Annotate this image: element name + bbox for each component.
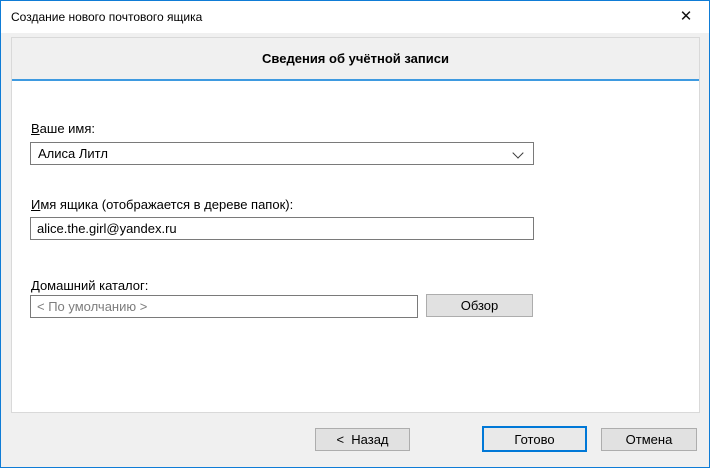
back-button[interactable]: < Назад — [315, 428, 410, 451]
home-directory-label: Домашний каталог: — [31, 279, 148, 293]
mailbox-name-label: Имя ящика (отображается в дереве папок): — [31, 198, 293, 212]
home-directory-label-mnemonic: Д — [31, 278, 40, 293]
cancel-button[interactable]: Отмена — [601, 428, 697, 451]
dialog-window: Создание нового почтового ящика ✕ Сведен… — [0, 0, 710, 468]
your-name-label-mnemonic: В — [31, 121, 40, 136]
browse-button[interactable]: Обзор — [426, 294, 533, 317]
content-panel: Сведения об учётной записи Ваше имя: Али… — [11, 37, 700, 413]
your-name-label: Ваше имя: — [31, 122, 95, 136]
chevron-down-icon[interactable] — [511, 143, 525, 164]
section-title: Сведения об учётной записи — [262, 51, 449, 66]
close-button[interactable]: ✕ — [669, 3, 703, 30]
close-icon: ✕ — [680, 7, 693, 25]
your-name-label-rest: аше имя: — [40, 121, 95, 136]
home-directory-input[interactable] — [30, 295, 418, 318]
mailbox-name-label-rest: мя ящика (отображается в дереве папок): — [40, 197, 293, 212]
footer: < Назад Готово Отмена — [1, 413, 709, 467]
mailbox-name-label-mnemonic: И — [31, 197, 40, 212]
finish-button[interactable]: Готово — [482, 426, 587, 452]
window-title: Создание нового почтового ящика — [11, 8, 202, 26]
your-name-combobox[interactable]: Алиса Литл — [30, 142, 534, 165]
title-bar: Создание нового почтового ящика ✕ — [1, 1, 709, 33]
mailbox-name-input[interactable] — [30, 217, 534, 240]
your-name-value: Алиса Литл — [38, 143, 108, 164]
section-header: Сведения об учётной записи — [12, 38, 699, 81]
home-directory-label-rest: омашний каталог: — [40, 278, 148, 293]
